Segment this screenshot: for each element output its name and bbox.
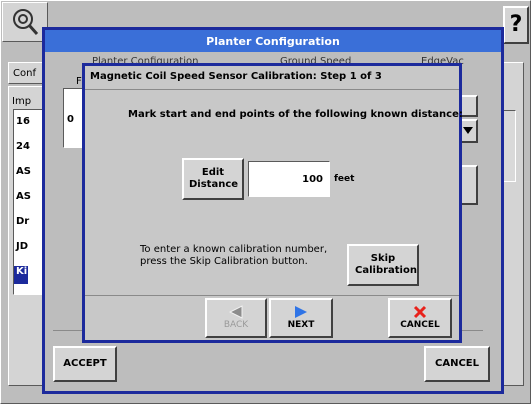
calibration-title: Magnetic Coil Speed Sensor Calibration: … <box>90 71 382 82</box>
calibration-footer-rule <box>85 295 459 296</box>
calibration-title-rule <box>85 89 459 90</box>
distance-value: 100 <box>302 173 323 185</box>
back-button[interactable]: BACK <box>205 298 267 338</box>
skip-calibration-button[interactable]: Skip Calibration <box>347 244 419 286</box>
planter-cancel-button[interactable]: CANCEL <box>424 346 490 382</box>
distance-field[interactable]: 100 <box>248 161 330 197</box>
list-item-selected[interactable]: Ki <box>14 266 28 284</box>
chevron-down-icon <box>463 127 473 134</box>
planter-config-title: Planter Configuration <box>206 34 340 48</box>
planter-field-partial: 0 <box>63 88 83 148</box>
skip-instruction-text: To enter a known calibration number, pre… <box>140 244 328 267</box>
planter-tab-letter: F <box>76 76 82 87</box>
next-arrow-icon <box>295 306 307 318</box>
satellite-icon <box>13 9 39 35</box>
list-item[interactable]: JD <box>14 241 28 259</box>
cancel-x-icon <box>413 305 427 319</box>
list-item[interactable]: 16 <box>14 116 30 134</box>
list-item[interactable]: 24 <box>14 141 30 159</box>
help-icon: ? <box>509 12 523 37</box>
distance-unit: feet <box>334 174 355 184</box>
edit-distance-button[interactable]: Edit Distance <box>182 158 244 200</box>
help-button[interactable]: ? <box>503 6 529 44</box>
list-item[interactable]: Dr <box>14 216 29 234</box>
back-arrow-icon <box>229 305 243 319</box>
list-item[interactable]: AS <box>14 191 31 209</box>
planter-config-titlebar: Planter Configuration <box>45 30 501 52</box>
accept-button[interactable]: ACCEPT <box>53 346 117 382</box>
list-item[interactable]: AS <box>14 166 31 184</box>
calibration-cancel-button[interactable]: CANCEL <box>388 298 452 338</box>
calibration-instruction: Mark start and end points of the followi… <box>128 109 463 120</box>
next-button[interactable]: NEXT <box>269 298 333 338</box>
implement-list-header: Imp <box>12 96 32 107</box>
